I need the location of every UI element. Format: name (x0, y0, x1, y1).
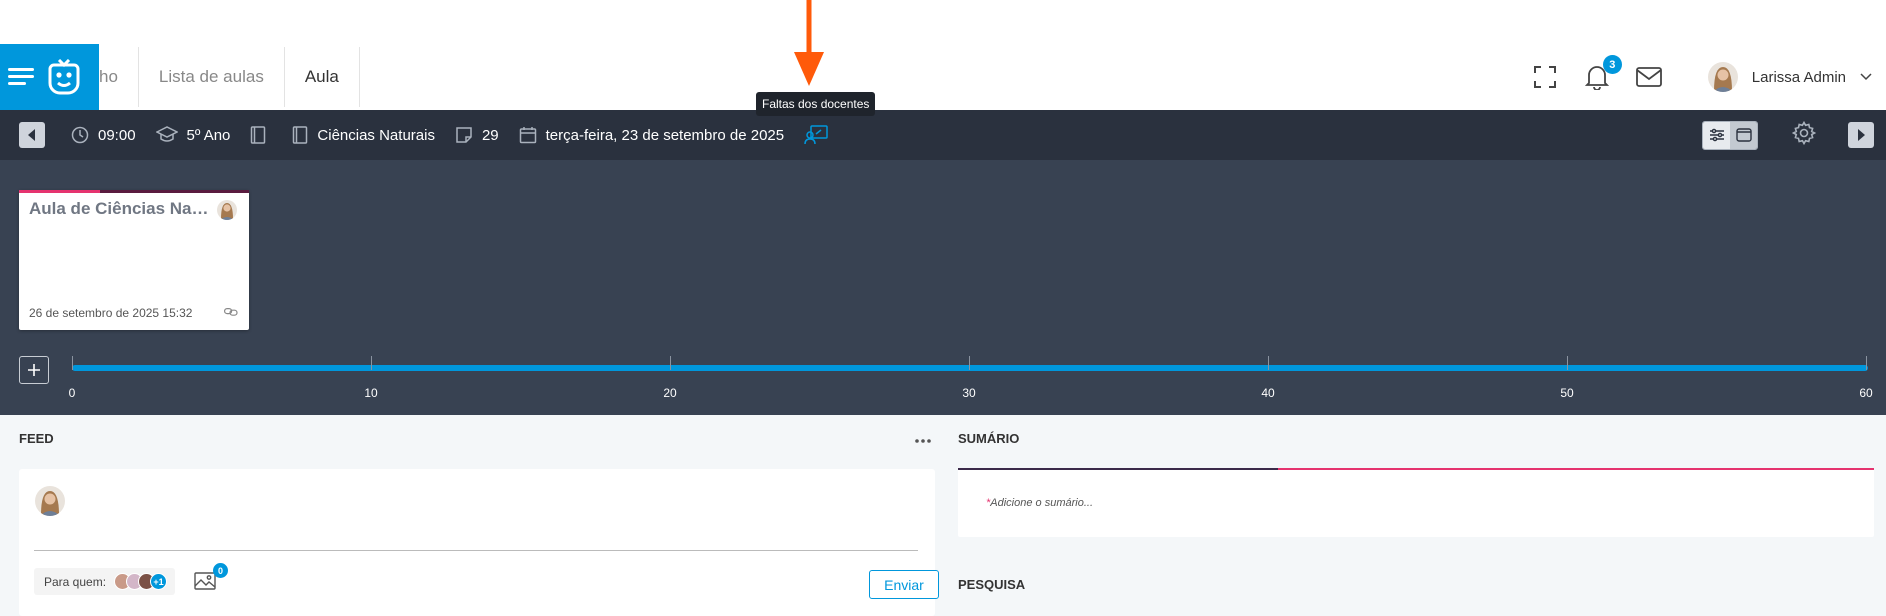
summary-editor[interactable]: *Adicione o sumário... (958, 468, 1874, 537)
caret-left-icon (28, 129, 35, 141)
timeline-tick (1866, 356, 1867, 370)
lesson-toolbar: 09:00 5º Ano Ciências Naturais 29 terça-… (0, 110, 1886, 160)
plus-icon (28, 364, 40, 376)
lesson-timeline: Aula de Ciências Naturais 26 de setembro… (0, 160, 1886, 415)
timeline-tick (670, 356, 671, 370)
teacher-absences-button[interactable] (804, 125, 828, 145)
timeline-tick-label: 30 (962, 386, 976, 400)
recipients-avatars: +1 (114, 573, 168, 590)
teacher-absence-icon (804, 125, 828, 145)
detail-view-toggle[interactable] (1703, 121, 1730, 149)
lesson-card[interactable]: Aula de Ciências Naturais 26 de setembro… (19, 190, 249, 330)
card-progress-bar (19, 190, 249, 193)
feed-title: FEED (19, 431, 54, 446)
user-name: Larissa Admin (1751, 68, 1846, 86)
timeline-tick-label: 10 (364, 386, 378, 400)
user-menu[interactable]: Larissa Admin (1707, 61, 1872, 93)
chevron-down-icon (1860, 73, 1872, 81)
summary-title: SUMÁRIO (958, 431, 1020, 446)
timeline-tick-label: 50 (1560, 386, 1574, 400)
research-title: PESQUISA (958, 577, 1026, 592)
lesson-content: FEED Para quem: +1 0 Enviar SUMÁRIO *Adi… (0, 415, 1886, 616)
timeline-track[interactable] (72, 365, 1868, 371)
fullscreen-button[interactable] (1530, 62, 1560, 92)
recipients-extra-badge: +1 (150, 573, 168, 590)
calendar-icon (519, 127, 536, 144)
app-logo-icon (48, 59, 80, 95)
clock-icon (71, 126, 89, 144)
view-toggle (1702, 120, 1758, 150)
class-book-button[interactable] (250, 126, 266, 144)
gear-icon (1791, 120, 1817, 146)
toolbar-right (1702, 110, 1886, 160)
breadcrumb-home[interactable]: ho (99, 47, 139, 107)
graduation-cap-icon (155, 126, 178, 142)
messages-button[interactable] (1634, 62, 1664, 92)
link-icon[interactable] (224, 308, 238, 316)
fullscreen-icon (1533, 66, 1556, 88)
lesson-time-value: 09:00 (98, 126, 136, 144)
recipients-selector[interactable]: Para quem: +1 (34, 568, 176, 595)
caret-right-icon (1858, 129, 1865, 141)
notification-count-badge: 3 (1602, 55, 1622, 74)
avatar (1707, 62, 1738, 92)
breadcrumb: ho Lista de aulas Aula (99, 44, 360, 110)
annotation-arrow-icon (794, 0, 824, 86)
summary-progress-bar (958, 468, 1874, 470)
lesson-time: 09:00 (71, 126, 136, 144)
timeline-tick-label: 40 (1261, 386, 1275, 400)
hamburger-icon (8, 68, 34, 86)
timeline-tick (72, 356, 73, 370)
feed-input-line[interactable] (34, 550, 918, 551)
timeline-tick-label: 60 (1859, 386, 1873, 400)
top-header: ho Lista de aulas Aula 3 Larissa Admin (0, 0, 1886, 110)
send-button[interactable]: Enviar (869, 570, 939, 599)
add-activity-button[interactable] (19, 356, 49, 384)
timeline-tick (969, 356, 970, 370)
feed-composer: Para quem: +1 0 Enviar (19, 469, 939, 616)
attach-image-button[interactable]: 0 (194, 563, 228, 593)
feed-options-button[interactable] (915, 432, 931, 443)
lesson-grade: 5º Ano (155, 126, 231, 144)
timeline-tick-label: 0 (68, 386, 76, 400)
attachments-count-badge: 0 (213, 563, 228, 578)
timeline-tick (1268, 356, 1269, 370)
timeline-tick (371, 356, 372, 370)
lesson-subject-value: Ciências Naturais (317, 126, 435, 144)
book-icon (251, 126, 266, 144)
next-lesson-button[interactable] (1848, 122, 1874, 148)
image-icon (194, 572, 216, 590)
lesson-grade-value: 5º Ano (186, 126, 231, 144)
note-icon (456, 127, 472, 143)
timeline-tick-label: 20 (663, 386, 677, 400)
breadcrumb-lesson-list[interactable]: Lista de aulas (139, 47, 285, 107)
sliders-icon (1709, 128, 1724, 142)
avatar (35, 486, 65, 516)
lesson-number: 29 (455, 126, 499, 144)
mail-icon (1635, 67, 1662, 87)
card-view-toggle[interactable] (1730, 121, 1757, 149)
summary-placeholder: *Adicione o sumário... (986, 497, 1093, 509)
avatar (217, 200, 237, 220)
lesson-number-value: 29 (481, 126, 499, 144)
lesson-date-value: terça-feira, 23 de setembro de 2025 (545, 126, 785, 144)
notifications-button[interactable]: 3 (1582, 55, 1622, 92)
window-icon (1735, 128, 1752, 142)
lesson-subject: Ciências Naturais (292, 126, 435, 144)
timeline-tick (1567, 356, 1568, 370)
lesson-date: terça-feira, 23 de setembro de 2025 (519, 126, 784, 144)
book-icon (293, 126, 308, 144)
settings-button[interactable] (1791, 120, 1817, 149)
header-actions: 3 Larissa Admin (1530, 44, 1886, 110)
main-menu-button[interactable] (0, 44, 99, 110)
previous-lesson-button[interactable] (19, 122, 45, 148)
tooltip: Faltas dos docentes (756, 92, 876, 116)
breadcrumb-lesson[interactable]: Aula (285, 47, 360, 107)
more-horizontal-icon (915, 439, 931, 443)
recipients-label: Para quem: (44, 574, 107, 589)
lesson-card-date: 26 de setembro de 2025 15:32 (29, 306, 193, 320)
lesson-card-title: Aula de Ciências Naturais (29, 199, 214, 218)
